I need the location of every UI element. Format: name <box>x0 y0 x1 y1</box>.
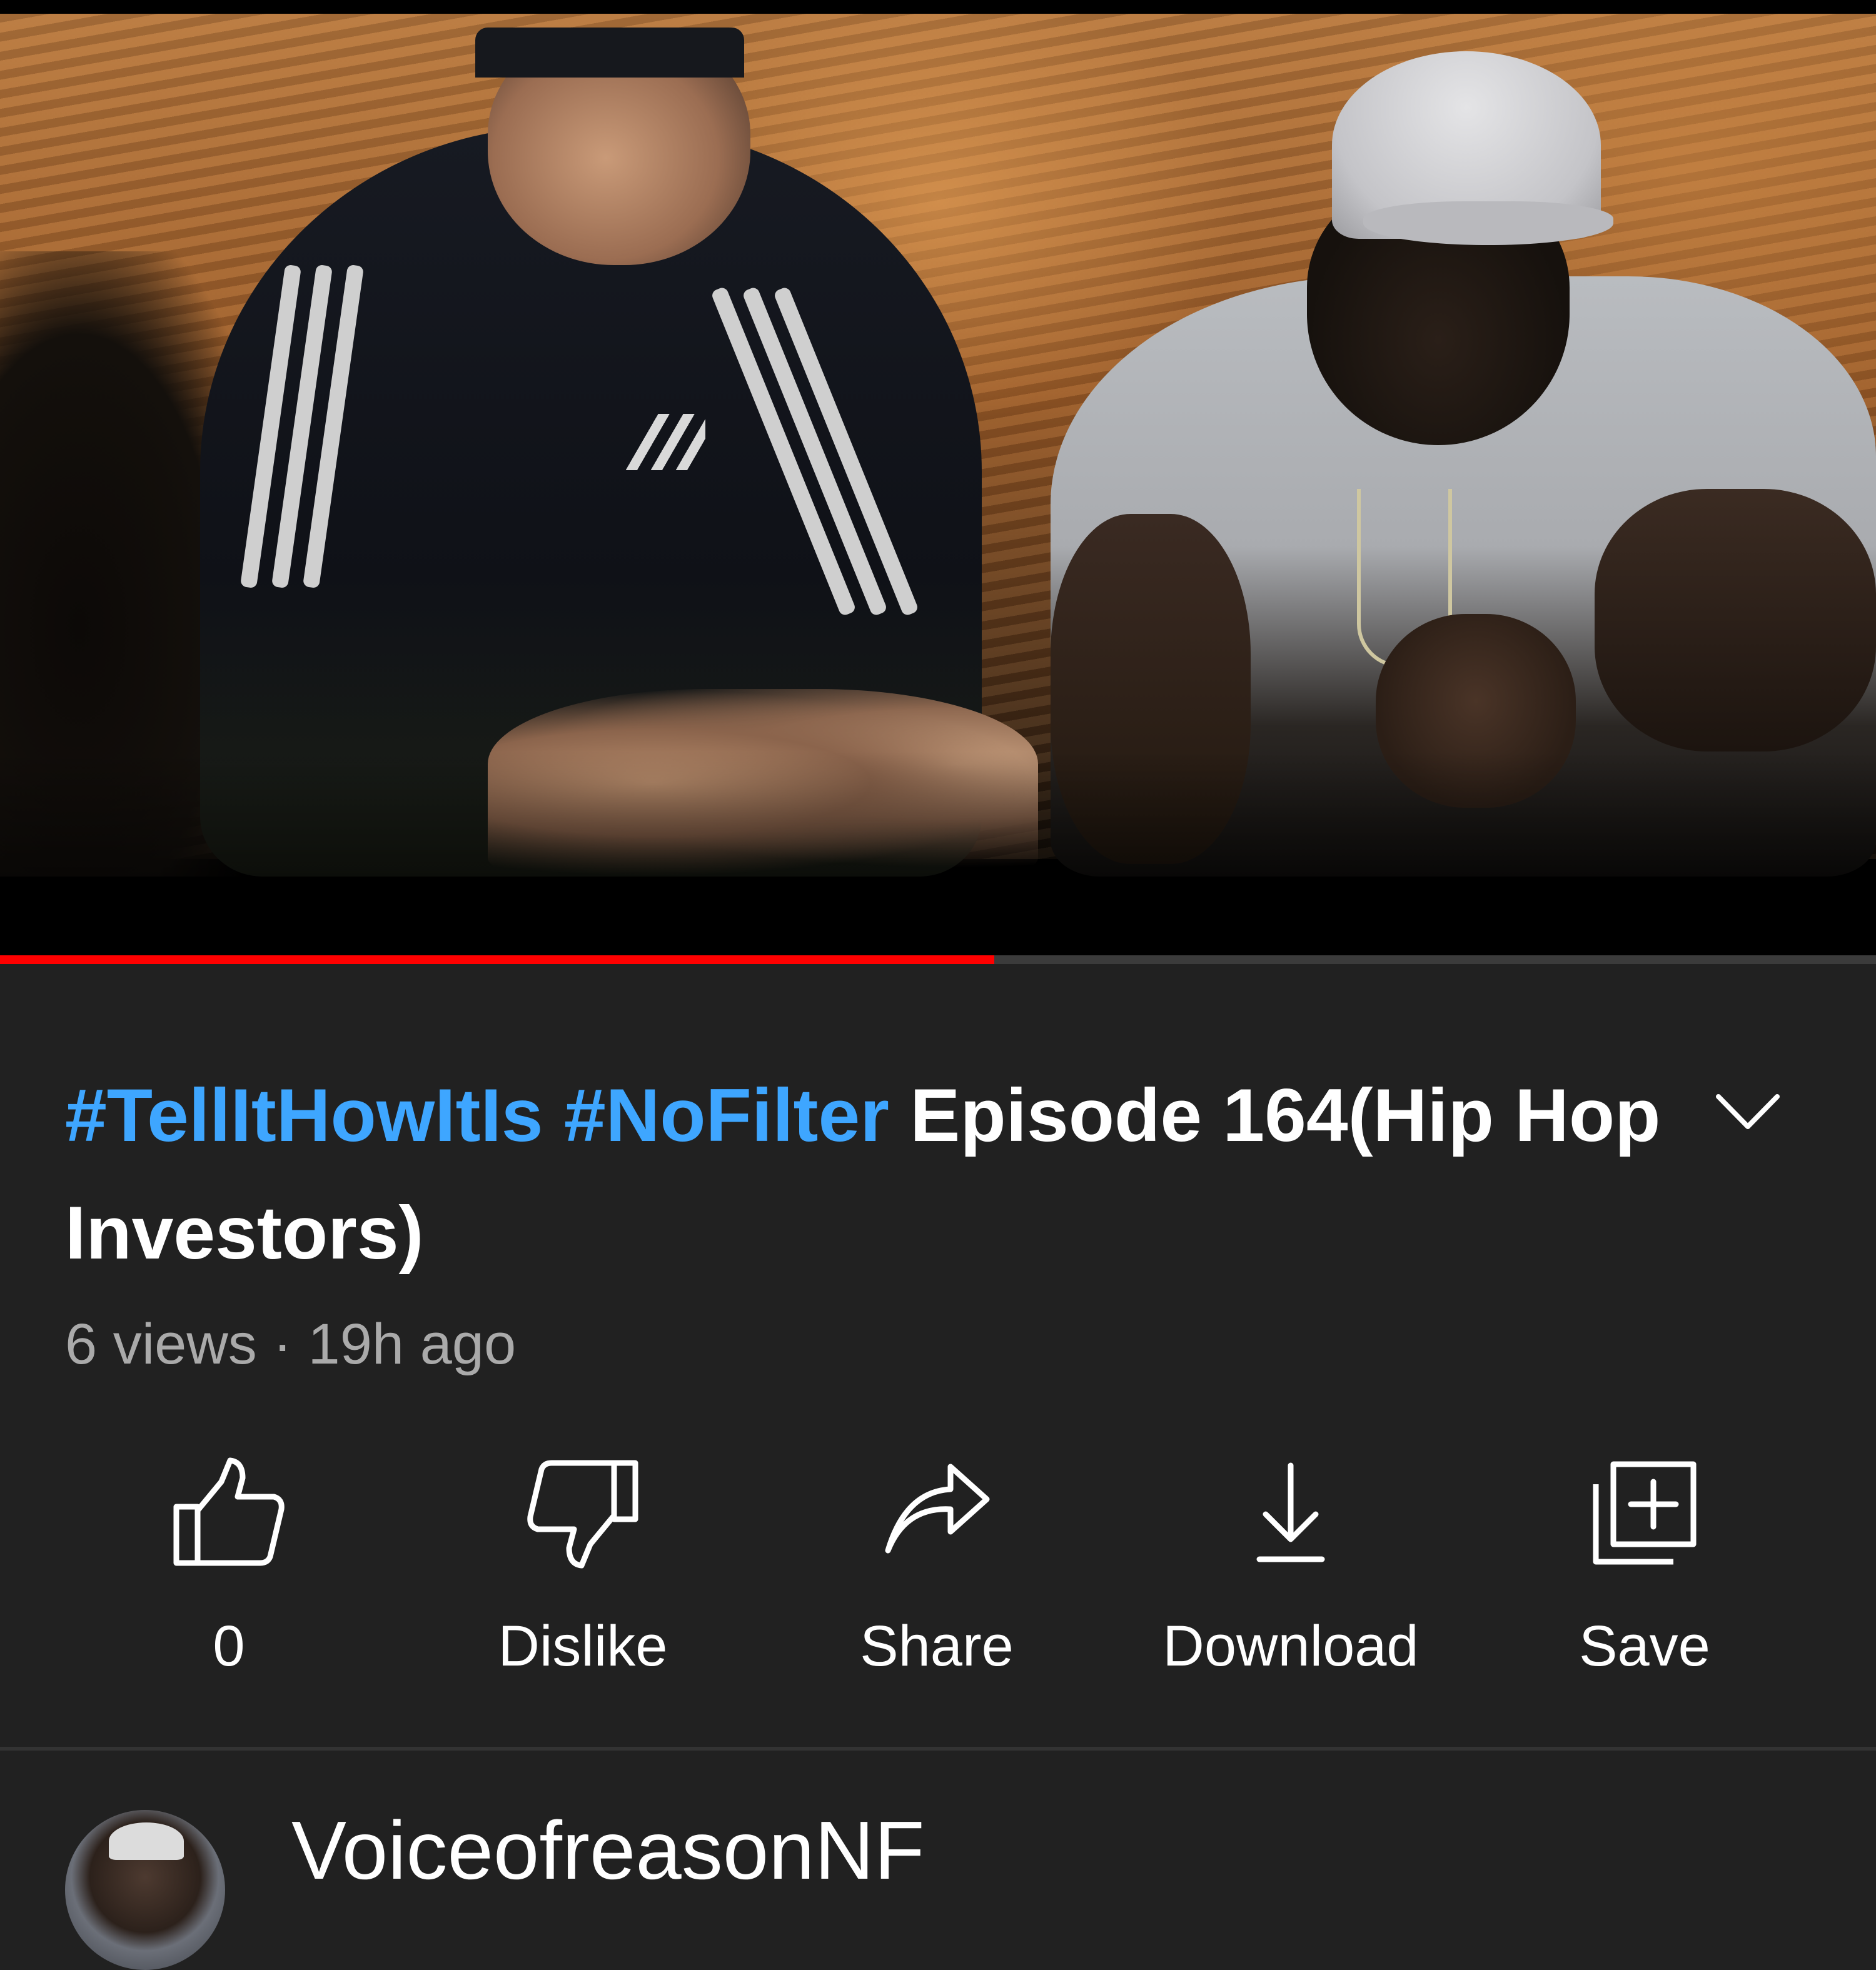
share-label: Share <box>860 1614 1014 1678</box>
video-frame <box>0 14 1876 877</box>
thumbs-up-icon <box>173 1457 285 1566</box>
save-button[interactable]: Save <box>1488 1457 1801 1694</box>
video-player[interactable] <box>0 0 1876 957</box>
view-count: 6 views <box>65 1312 257 1376</box>
like-count: 0 <box>213 1614 245 1678</box>
dislike-label: Dislike <box>498 1614 668 1678</box>
channel-name[interactable]: VoiceofreasonNF <box>291 1801 925 1901</box>
thumbs-down-icon <box>527 1460 638 1569</box>
person-left-cap <box>475 28 744 78</box>
hashtag-link[interactable]: #NoFilter <box>564 1073 889 1157</box>
share-button[interactable]: Share <box>780 1457 1093 1694</box>
share-arrow-icon <box>885 1464 990 1554</box>
like-button[interactable]: 0 <box>73 1457 385 1694</box>
divider <box>0 1747 1876 1751</box>
download-button[interactable]: Download <box>1134 1457 1447 1694</box>
download-label: Download <box>1162 1614 1419 1678</box>
avatar-cap <box>109 1822 184 1860</box>
progress-fill <box>0 955 994 964</box>
person-right-arm <box>1595 489 1876 751</box>
chevron-down-icon <box>1716 1094 1780 1129</box>
channel-avatar[interactable] <box>65 1810 225 1970</box>
jacket-logo <box>624 414 705 470</box>
add-to-playlist-icon <box>1593 1461 1697 1565</box>
dislike-button[interactable]: Dislike <box>426 1457 739 1694</box>
frame-fade <box>0 751 1876 877</box>
expand-description-button[interactable] <box>1713 1088 1782 1138</box>
person-right-cap-brim <box>1363 201 1613 245</box>
upload-age: 19h ago <box>308 1312 517 1376</box>
progress-bar[interactable] <box>0 955 1876 964</box>
hashtag-link[interactable]: #TellItHowItIs <box>65 1073 543 1157</box>
video-title[interactable]: #TellItHowItIs #NoFilter Episode 164(Hip… <box>65 1057 1703 1292</box>
save-label: Save <box>1579 1614 1710 1678</box>
video-meta[interactable]: 6 views · 19h ago <box>65 1307 516 1382</box>
download-icon <box>1256 1462 1325 1562</box>
meta-separator: · <box>273 1312 292 1376</box>
